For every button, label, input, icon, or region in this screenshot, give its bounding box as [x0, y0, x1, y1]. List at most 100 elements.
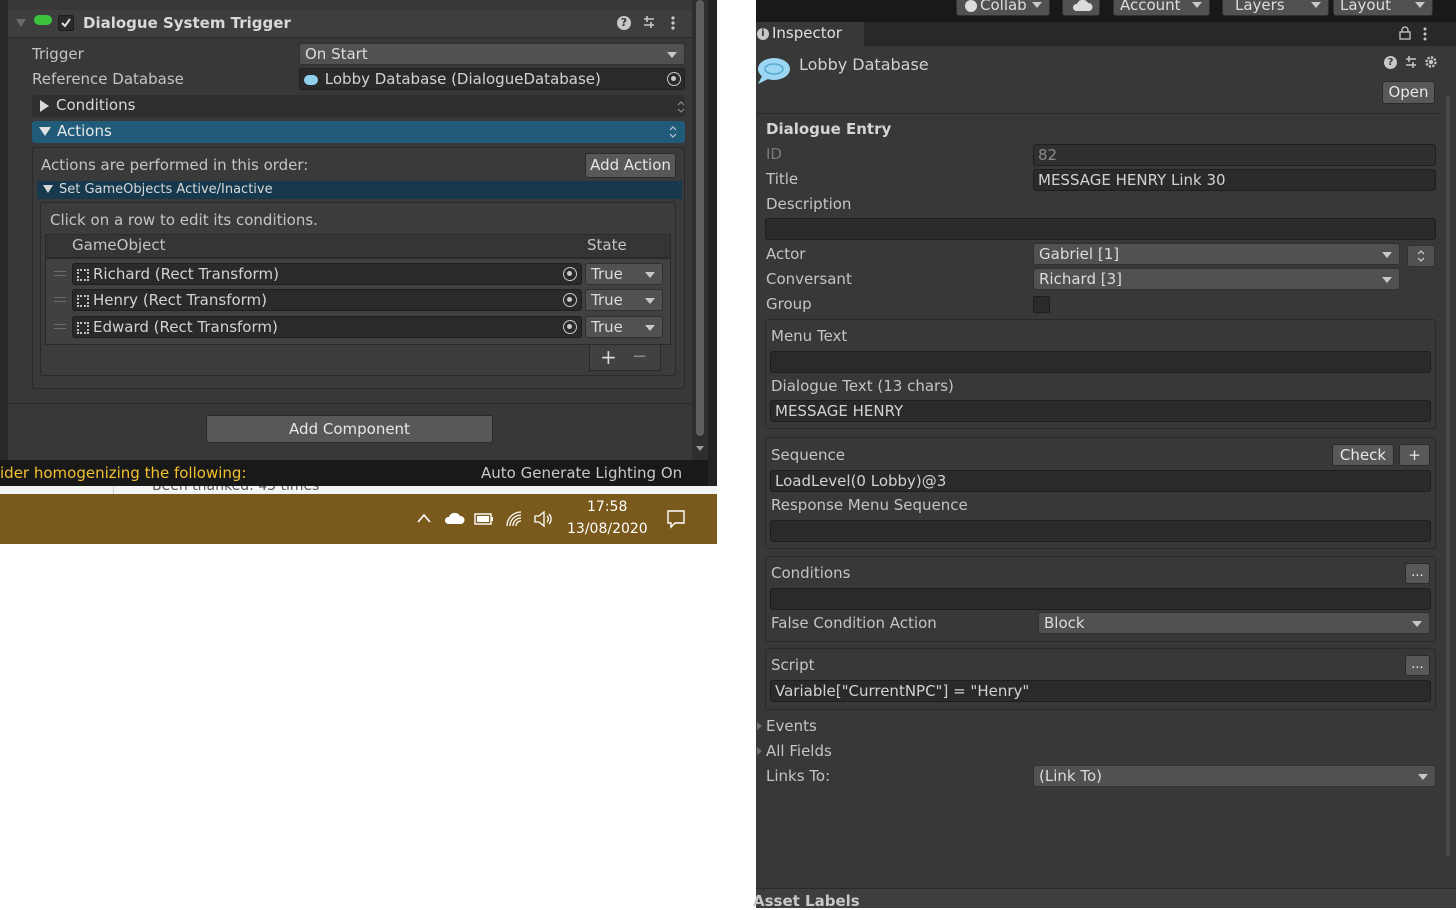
layout-dropdown[interactable]: Layout	[1333, 0, 1433, 16]
cloud-button[interactable]	[1062, 0, 1100, 16]
layers-dropdown[interactable]: Layers	[1222, 0, 1329, 16]
drag-handle-icon[interactable]	[54, 271, 66, 276]
actions-foldout[interactable]: Actions	[32, 121, 685, 143]
actor-value: Gabriel [1]	[1039, 245, 1120, 263]
open-button[interactable]: Open	[1382, 81, 1435, 104]
preset-icon[interactable]	[642, 15, 656, 29]
asset-name: Lobby Database	[799, 55, 929, 74]
check-button[interactable]: Check	[1332, 444, 1394, 466]
kebab-menu-icon[interactable]	[670, 15, 676, 31]
battery-icon[interactable]	[474, 512, 494, 526]
conversant-dropdown[interactable]: Richard [3]	[1033, 268, 1400, 290]
description-field[interactable]	[765, 218, 1436, 240]
gameobject-field[interactable]: Edward (Rect Transform)	[72, 316, 582, 338]
sequence-label: Sequence	[771, 446, 845, 464]
scrollbar-thumb[interactable]	[696, 0, 704, 436]
account-dropdown[interactable]: Account	[1113, 0, 1210, 16]
object-picker-icon[interactable]	[563, 320, 577, 334]
script-wizard-button[interactable]: ...	[1405, 655, 1430, 676]
reference-database-field[interactable]: Lobby Database (DialogueDatabase)	[299, 68, 685, 90]
all-fields-foldout[interactable]: All Fields	[766, 742, 832, 760]
object-picker-icon[interactable]	[563, 293, 577, 307]
preset-icon[interactable]	[1404, 55, 1418, 69]
script-field[interactable]: Variable["CurrentNPC"] = "Henry"	[770, 680, 1431, 702]
list-item[interactable]: Henry (Rect Transform) True	[46, 287, 670, 313]
list-item[interactable]: Richard (Rect Transform) True	[46, 261, 670, 287]
clock-date[interactable]: 13/08/2020	[567, 521, 648, 537]
conditions-label: Conditions	[771, 564, 851, 582]
lighting-status[interactable]: Auto Generate Lighting On	[481, 464, 682, 482]
show-hidden-icons-icon[interactable]	[416, 512, 432, 524]
chevron-down-icon	[645, 272, 655, 278]
foldout-right-arrow-icon[interactable]	[757, 747, 762, 755]
help-icon[interactable]: ?	[1384, 56, 1397, 69]
gear-icon[interactable]	[1424, 55, 1438, 69]
gameobject-field[interactable]: Richard (Rect Transform)	[72, 263, 582, 285]
response-menu-sequence-field[interactable]	[770, 520, 1431, 542]
layout-label: Layout	[1340, 0, 1391, 14]
scrollbar-thumb[interactable]	[1446, 96, 1450, 856]
inspector-tab[interactable]: i Inspector	[756, 22, 864, 46]
collab-dropdown[interactable]: Collab	[956, 0, 1050, 16]
description-label: Description	[766, 195, 852, 213]
conditions-field[interactable]	[770, 588, 1431, 610]
notification-icon[interactable]	[666, 509, 686, 529]
state-value: True	[591, 265, 623, 283]
add-component-button[interactable]: Add Component	[206, 415, 493, 443]
object-picker-icon[interactable]	[563, 267, 577, 281]
cloud-icon[interactable]	[443, 511, 465, 525]
wifi-icon[interactable]	[505, 510, 525, 528]
menu-text-field[interactable]	[770, 351, 1431, 373]
scrollbar-track[interactable]	[1440, 46, 1456, 908]
help-icon[interactable]: ?	[617, 16, 631, 30]
trigger-dropdown[interactable]: On Start	[299, 43, 685, 65]
drag-handle-icon[interactable]	[54, 324, 66, 329]
state-dropdown[interactable]: True	[585, 316, 663, 338]
reorder-arrows-icon[interactable]	[669, 126, 677, 138]
trigger-value: On Start	[305, 45, 368, 63]
title-field[interactable]: MESSAGE HENRY Link 30	[1033, 169, 1436, 191]
actor-label: Actor	[766, 245, 806, 263]
drag-handle-icon[interactable]	[54, 297, 66, 302]
component-header[interactable]: Dialogue System Trigger ?	[8, 10, 692, 38]
conditions-wizard-button[interactable]: ...	[1405, 563, 1430, 584]
sequence-field[interactable]: LoadLevel(0 Lobby)@3	[770, 470, 1431, 492]
volume-icon[interactable]	[533, 510, 553, 528]
dialogue-text-field[interactable]: MESSAGE HENRY	[770, 400, 1431, 422]
gameobject-field[interactable]: Henry (Rect Transform)	[72, 289, 582, 311]
actor-dropdown[interactable]: Gabriel [1]	[1033, 243, 1400, 265]
lock-icon[interactable]	[1399, 26, 1411, 40]
foldout-right-arrow-icon[interactable]	[757, 722, 762, 730]
scrollbar-track[interactable]	[692, 0, 708, 460]
add-row-button[interactable]: +	[600, 345, 617, 369]
id-label: ID	[766, 145, 782, 163]
state-dropdown[interactable]: True	[585, 263, 663, 285]
panel-left-edge	[0, 0, 8, 460]
list-footer: + −	[589, 345, 661, 371]
set-active-header[interactable]: Set GameObjects Active/Inactive	[37, 181, 682, 199]
component-enabled-checkbox[interactable]	[58, 15, 74, 31]
conversant-label: Conversant	[766, 270, 852, 288]
window-edge	[708, 0, 717, 486]
title-value: MESSAGE HENRY Link 30	[1038, 171, 1226, 189]
events-foldout[interactable]: Events	[766, 717, 817, 735]
false-condition-action-dropdown[interactable]: Block	[1038, 612, 1430, 634]
object-picker-icon[interactable]	[667, 72, 681, 86]
group-checkbox[interactable]	[1033, 296, 1050, 313]
asset-labels-bar[interactable]: Asset Labels	[753, 888, 1456, 910]
script-value: Variable["CurrentNPC"] = "Henry"	[775, 682, 1030, 700]
remove-row-button[interactable]: −	[632, 345, 647, 369]
scroll-down-arrow-icon[interactable]	[696, 446, 704, 451]
foldout-arrow-icon[interactable]	[16, 19, 26, 27]
kebab-menu-icon[interactable]	[1422, 26, 1428, 42]
state-dropdown[interactable]: True	[585, 289, 663, 311]
add-sequence-button[interactable]: +	[1399, 444, 1430, 466]
clock-time[interactable]: 17:58	[587, 499, 627, 515]
swap-participants-button[interactable]	[1407, 245, 1435, 267]
add-action-button[interactable]: Add Action	[585, 153, 676, 178]
conditions-foldout[interactable]: Conditions	[32, 95, 685, 117]
list-header: GameObject State	[45, 234, 671, 258]
console-warning-message[interactable]: ider homogenizing the following:	[0, 464, 246, 482]
list-item[interactable]: Edward (Rect Transform) True	[46, 314, 670, 340]
links-to-dropdown[interactable]: (Link To)	[1033, 765, 1436, 787]
